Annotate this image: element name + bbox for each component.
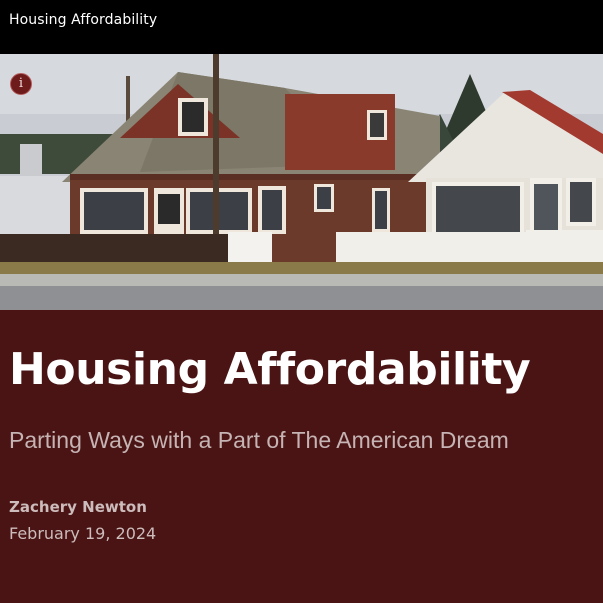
hero-image xyxy=(0,54,603,310)
article-headline: Housing Affordability xyxy=(9,344,531,395)
info-icon: i xyxy=(18,76,24,91)
article-subheadline: Parting Ways with a Part of The American… xyxy=(9,427,509,453)
article-header: Housing Affordability Parting Ways with … xyxy=(0,310,603,603)
image-info-button[interactable]: i xyxy=(10,73,32,95)
hero-photo-houses xyxy=(0,54,603,310)
article-date: February 19, 2024 xyxy=(9,524,157,543)
site-title: Housing Affordability xyxy=(9,12,158,28)
article-author[interactable]: Zachery Newton xyxy=(9,498,147,516)
top-bar: Housing Affordability xyxy=(0,0,603,54)
